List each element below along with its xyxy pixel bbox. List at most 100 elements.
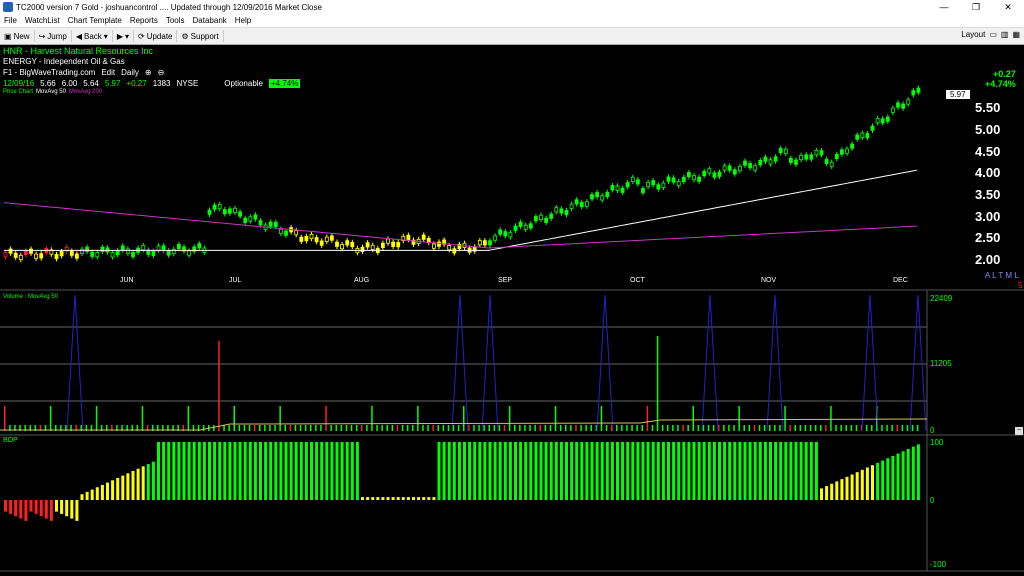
menu-file[interactable]: File <box>0 16 21 25</box>
legend-price[interactable]: Price Chart <box>3 89 33 95</box>
menu-tools[interactable]: Tools <box>162 16 189 25</box>
volume-bar <box>355 425 358 431</box>
forward-arrow-icon: ▶ <box>116 31 123 41</box>
bop-bar <box>559 442 563 500</box>
price-candle <box>564 210 569 216</box>
new-icon: ▣ <box>4 31 12 41</box>
support-button[interactable]: ⚙ Support <box>177 30 224 42</box>
month-label-dec: DEC <box>893 277 908 284</box>
volume-bar <box>95 406 98 431</box>
volume-bar <box>335 425 337 431</box>
layout-2-icon[interactable]: ▥ <box>1001 30 1009 39</box>
panel-collapse-icon[interactable]: − <box>1015 427 1023 435</box>
chart-canvas[interactable] <box>0 45 1024 576</box>
volume-bar <box>447 425 450 431</box>
menu-watchlist[interactable]: WatchList <box>21 16 64 25</box>
bop-bar <box>442 442 446 500</box>
bop-bar <box>136 468 140 500</box>
volume-bar <box>656 336 659 431</box>
menu-help[interactable]: Help <box>231 16 255 25</box>
bop-bar <box>906 448 910 500</box>
back-button[interactable]: ◀ Back ▾ <box>72 30 113 42</box>
close-button[interactable]: ✕ <box>992 0 1024 14</box>
right-pct-change: +4.74% <box>985 79 1016 89</box>
volume-spike <box>701 294 719 432</box>
price-candle <box>845 148 849 154</box>
edit-label[interactable]: Edit <box>101 68 115 77</box>
legend-ma50[interactable]: MovAvg 50 <box>36 89 66 95</box>
volume-bar <box>238 425 241 431</box>
bop-bar <box>687 442 691 500</box>
watchlist-label[interactable]: F1 - BigWaveTrading.com <box>3 68 95 77</box>
bop-bar <box>743 442 747 500</box>
alert-flags[interactable]: A L T M L <box>985 271 1019 280</box>
layout-4-icon[interactable]: ▦ <box>1012 30 1020 39</box>
menu-databank[interactable]: Databank <box>189 16 231 25</box>
bop-bar <box>197 442 201 500</box>
bop-bar <box>728 442 732 500</box>
price-candle <box>870 125 875 131</box>
price-candle <box>452 248 457 254</box>
volume-bar <box>264 425 266 431</box>
new-button[interactable]: ▣ New <box>0 30 35 42</box>
bop-bar <box>29 500 33 512</box>
menu-reports[interactable]: Reports <box>126 16 162 25</box>
layout-controls: Layout ▭ ▥ ▦ <box>961 30 1024 39</box>
price-tick: 4.00 <box>975 165 1001 180</box>
chart-area[interactable]: HNR - Harvest Natural Resources Inc ENER… <box>0 45 1024 576</box>
price-candle <box>671 177 676 183</box>
update-button[interactable]: ⟳ Update <box>134 30 178 42</box>
volume-panel-label[interactable]: Volume : MovAvg 50 <box>3 294 58 300</box>
bop-bar <box>259 442 262 500</box>
volume-bar <box>269 425 271 431</box>
quote-exchange: NYSE <box>176 79 199 88</box>
bop-bar <box>85 491 89 500</box>
legend-ma200[interactable]: MovAvg 200 <box>69 89 102 95</box>
interval-select[interactable]: Daily <box>121 68 139 77</box>
bop-bar <box>901 451 905 500</box>
bop-bar <box>621 442 625 500</box>
layout-1-icon[interactable]: ▭ <box>989 30 997 39</box>
bop-bar <box>814 442 818 500</box>
zoom-out-icon[interactable]: ⊖ <box>158 68 165 77</box>
volume-bar <box>386 425 388 431</box>
price-candle <box>528 223 533 229</box>
bop-axis-max: 100 <box>930 438 944 447</box>
bop-bar <box>427 497 431 500</box>
forward-button[interactable]: ▶ ▾ <box>113 30 134 42</box>
price-candle <box>814 150 819 156</box>
zoom-in-icon[interactable]: ⊕ <box>145 68 152 77</box>
bop-bar <box>381 497 385 500</box>
bop-bar <box>840 479 844 500</box>
bop-bar <box>106 482 109 500</box>
bop-bar <box>437 442 441 500</box>
window-title: TC2000 version 7 Gold - joshuancontrol .… <box>16 2 322 12</box>
volume-bar <box>896 425 898 431</box>
bop-bar <box>575 442 579 500</box>
bop-bar <box>248 442 252 500</box>
volume-bar <box>600 406 603 431</box>
volume-bar <box>463 406 465 431</box>
bop-panel-label[interactable]: BOP <box>3 437 18 444</box>
month-label-sep: SEP <box>498 277 513 284</box>
bop-bar <box>830 483 834 500</box>
price-candle <box>324 236 329 242</box>
price-candle <box>64 246 69 253</box>
volume-bar <box>452 425 455 431</box>
price-candle <box>447 245 452 251</box>
minimize-button[interactable]: — <box>928 0 960 14</box>
maximize-button[interactable]: ❐ <box>960 0 992 14</box>
volume-bar <box>605 425 608 431</box>
bop-bar <box>825 486 829 500</box>
bop-bar <box>677 442 681 500</box>
volume-bar <box>901 425 904 431</box>
bop-bar <box>600 442 604 500</box>
chevron-down-icon: ▾ <box>124 31 129 41</box>
volume-bar <box>738 406 740 431</box>
volume-bar <box>702 425 705 431</box>
bop-bar <box>366 497 370 500</box>
menu-chart-template[interactable]: Chart Template <box>64 16 126 25</box>
jump-button[interactable]: ↪ Jump <box>35 30 72 42</box>
price-candle <box>299 236 304 242</box>
sector-label[interactable]: ENERGY - Independent Oil & Gas <box>3 57 125 66</box>
